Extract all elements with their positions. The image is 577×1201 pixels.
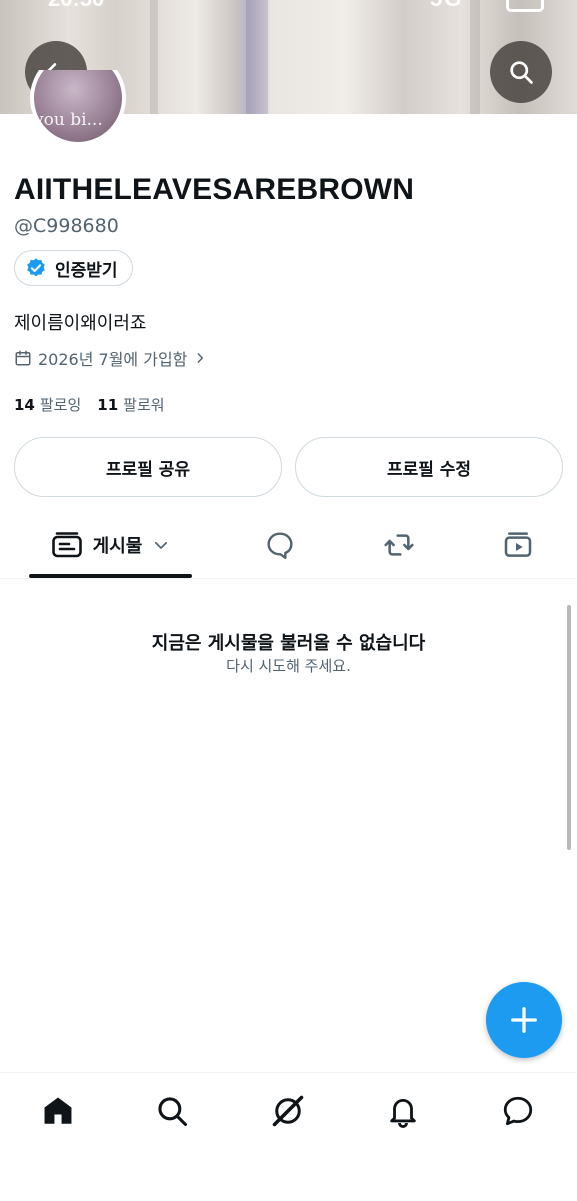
tab-media[interactable] <box>488 512 548 578</box>
reply-bubble-icon <box>267 532 293 559</box>
nav-notifications[interactable] <box>373 1091 433 1131</box>
avatar-image <box>30 70 126 146</box>
nav-search[interactable] <box>142 1091 202 1131</box>
get-verified-button[interactable]: 인증받기 <box>14 250 133 286</box>
repost-icon <box>384 534 414 556</box>
empty-state-subtitle: 다시 시도해 주세요. <box>226 657 351 675</box>
display-name: AIITHELEAVESAREBROWN <box>14 173 415 206</box>
tab-replies[interactable] <box>250 512 310 578</box>
share-profile-button[interactable]: 프로필 공유 <box>14 437 282 497</box>
tab-posts[interactable]: 게시물 <box>29 512 192 578</box>
joined-date-row[interactable]: 2026년 7월에 가입함 <box>14 346 207 370</box>
follow-stats: 14 팔로잉 11 팔로워 <box>14 394 165 415</box>
nav-grok[interactable] <box>258 1091 318 1131</box>
calendar-icon <box>15 350 31 366</box>
active-tab-indicator <box>29 574 192 578</box>
chat-bubble-icon <box>503 1096 533 1126</box>
following-link[interactable]: 14 팔로잉 <box>14 394 81 415</box>
tab-reposts[interactable] <box>369 512 429 578</box>
bell-icon <box>390 1099 416 1128</box>
chevron-right-icon <box>197 353 204 363</box>
joined-date: 2026년 7월에 가입함 <box>38 350 188 369</box>
status-time: 20:50 <box>48 0 104 12</box>
search-button[interactable] <box>490 41 552 103</box>
plus-icon <box>511 1007 537 1033</box>
battery-icon <box>506 0 544 12</box>
posts-icon <box>51 532 82 558</box>
nav-home[interactable] <box>28 1091 88 1131</box>
followers-count: 11 <box>97 396 119 414</box>
status-bar: 20:50 5G <box>0 0 577 12</box>
get-verified-label: 인증받기 <box>55 260 118 281</box>
chevron-down-icon[interactable] <box>152 536 170 554</box>
avatar-overlay-text: you bi... <box>34 110 103 130</box>
following-label: 팔로잉 <box>39 396 82 414</box>
avatar[interactable]: you bi... <box>30 70 126 148</box>
search-icon <box>158 1097 188 1127</box>
verified-badge-icon <box>27 258 45 277</box>
followers-label: 팔로워 <box>123 396 165 414</box>
home-icon <box>44 1097 72 1124</box>
nav-messages[interactable] <box>488 1091 548 1131</box>
compose-post-button[interactable] <box>486 982 562 1058</box>
edit-profile-button[interactable]: 프로필 수정 <box>295 437 563 497</box>
bottom-navigation <box>0 1072 577 1201</box>
user-handle: @C998680 <box>14 215 119 237</box>
tab-posts-label: 게시물 <box>92 536 143 557</box>
scrollbar[interactable] <box>567 605 571 850</box>
grok-icon <box>272 1095 304 1127</box>
profile-bio: 제이름이왜이러죠 <box>14 313 147 334</box>
profile-tabs: 게시물 <box>0 512 577 579</box>
search-icon <box>510 61 533 84</box>
status-signal: 5G <box>430 0 463 12</box>
followers-link[interactable]: 11 팔로워 <box>97 394 164 415</box>
video-media-icon <box>504 532 532 557</box>
following-count: 14 <box>14 396 35 414</box>
empty-state-title: 지금은 게시물을 불러올 수 없습니다 <box>151 633 426 654</box>
